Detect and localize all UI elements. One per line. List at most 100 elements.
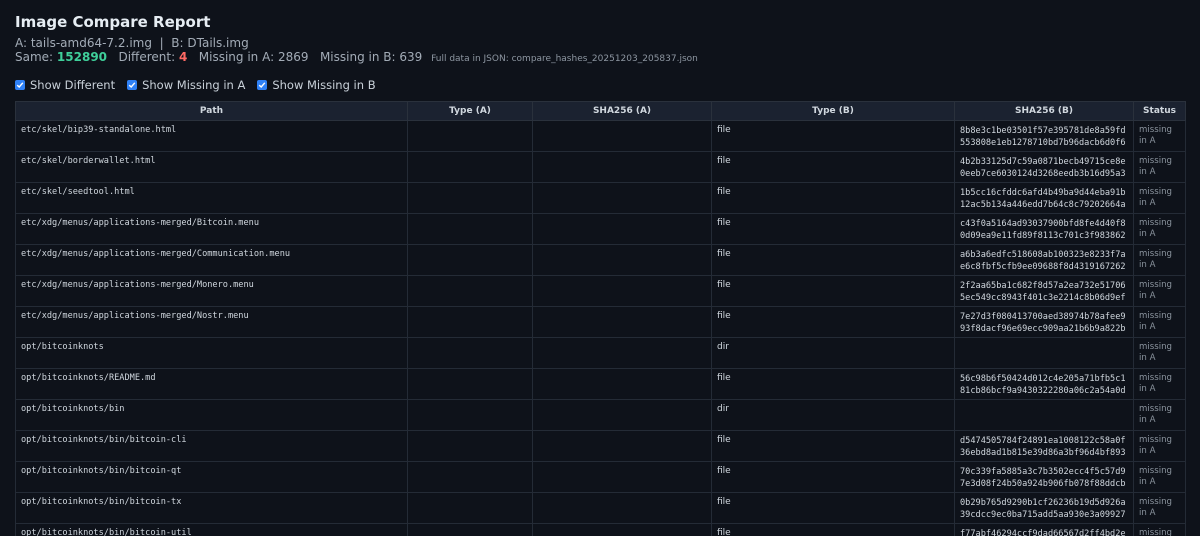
cell-sha256-a (532, 151, 712, 183)
cell-sha256-a (532, 523, 712, 536)
filter-label: Show Missing in A (142, 78, 246, 92)
cell-type-b: file (711, 523, 955, 536)
table-row: opt/bitcoinknots/bin/bitcoin-tx file 0b29b… (15, 492, 1186, 524)
filter-show-missing-in-a[interactable]: Show Missing in A (127, 78, 245, 92)
table-row: etc/skel/bip39-standalone.html file 8b8e3c… (15, 120, 1186, 152)
cell-type-b: file (711, 306, 955, 338)
cell-sha256-b: 7e27d3f080413700aed38974b78afee993f8dacf… (954, 306, 1134, 338)
table-row: etc/xdg/menus/applications-merged/Commun… (15, 244, 1186, 276)
cell-sha256-a (532, 244, 712, 276)
cell-path: etc/xdg/menus/applications-merged/Commun… (15, 244, 408, 276)
cell-sha256-a (532, 368, 712, 400)
table-row: opt/bitcoinknots dir missing in A (15, 337, 1186, 369)
check-icon (128, 82, 136, 89)
checkbox-show-missing-in-b[interactable] (257, 80, 268, 90)
cell-type-a (407, 306, 533, 338)
cell-path: etc/skel/borderwallet.html (15, 151, 408, 183)
cell-path: etc/xdg/menus/applications-merged/Nostr.… (15, 306, 408, 338)
cell-path: opt/bitcoinknots/README.md (15, 368, 408, 400)
check-icon (16, 82, 24, 89)
filter-label: Show Missing in B (272, 78, 376, 92)
cell-sha256-b (954, 337, 1134, 369)
column-header-type-a: Type (A) (407, 101, 533, 121)
cell-type-b: file (711, 182, 955, 214)
check-icon (259, 82, 266, 89)
cell-type-a (407, 213, 533, 245)
table-header-row: Path Type (A) SHA256 (A) Type (B) SHA256… (15, 101, 1186, 121)
cell-path: opt/bitcoinknots/bin/bitcoin-tx (15, 492, 408, 524)
table-row: opt/bitcoinknots/bin/bitcoin-util file f77… (15, 523, 1186, 536)
cell-status: missing in A (1133, 399, 1186, 431)
column-header-sha256-a: SHA256 (A) (532, 101, 712, 121)
cell-type-a (407, 492, 533, 524)
filter-bar: Show Different Show Missing in A Show Mi… (15, 75, 1185, 95)
cell-sha256-a (532, 120, 712, 152)
cell-path: etc/xdg/menus/applications-merged/Bitcoi… (15, 213, 408, 245)
table-row: etc/skel/seedtool.html file 1b5cc16cfddc6a… (15, 182, 1186, 214)
cell-sha256-b: 0b29b765d9290b1cf26236b19d5d926a39cdcc9e… (954, 492, 1134, 524)
filter-show-different[interactable]: Show Different (15, 78, 115, 92)
filter-show-missing-in-b[interactable]: Show Missing in B (257, 78, 376, 92)
cell-status: missing in A (1133, 213, 1186, 245)
cell-type-b: file (711, 244, 955, 276)
cell-path: opt/bitcoinknots/bin (15, 399, 408, 431)
cell-status: missing in A (1133, 275, 1186, 307)
different-label: Different: (118, 50, 176, 64)
image-a-label: A: tails-amd64-7.2.img (15, 36, 152, 50)
cell-type-b: file (711, 430, 955, 462)
column-header-path: Path (15, 101, 408, 121)
cell-sha256-a (532, 337, 712, 369)
cell-status: missing in A (1133, 306, 1186, 338)
cell-type-b: file (711, 151, 955, 183)
cell-sha256-b: 70c339fa5885a3c7b3502ecc4f5c57d97e3d08f2… (954, 461, 1134, 493)
cell-type-a (407, 523, 533, 536)
cell-type-b: file (711, 461, 955, 493)
cell-type-a (407, 120, 533, 152)
cell-status: missing in A (1133, 182, 1186, 214)
cell-sha256-b: 4b2b33125d7c59a0871becb49715ce8e0eeb7ce6… (954, 151, 1134, 183)
cell-sha256-b: d5474505784f24891ea1008122c58a0f36ebd8ad… (954, 430, 1134, 462)
cell-sha256-a (532, 430, 712, 462)
cell-sha256-a (532, 275, 712, 307)
cell-type-a (407, 337, 533, 369)
cell-sha256-b (954, 399, 1134, 431)
cell-path: opt/bitcoinknots/bin/bitcoin-qt (15, 461, 408, 493)
column-header-type-b: Type (B) (711, 101, 955, 121)
cell-sha256-a (532, 399, 712, 431)
cell-sha256-b: 2f2aa65ba1c682f8d57a2ea732e517065ec549cc… (954, 275, 1134, 307)
cell-type-b: file (711, 492, 955, 524)
column-header-sha256-b: SHA256 (B) (954, 101, 1134, 121)
cell-type-a (407, 275, 533, 307)
cell-status: missing in A (1133, 461, 1186, 493)
cell-sha256-b: 1b5cc16cfddc6afd4b49ba9d44eba91b12ac5b13… (954, 182, 1134, 214)
same-label: Same: (15, 50, 54, 64)
full-data-note: Full data in JSON: compare_hashes_202512… (431, 54, 698, 64)
cell-status: missing in A (1133, 492, 1186, 524)
cell-type-a (407, 244, 533, 276)
table-row: etc/xdg/menus/applications-merged/Nostr.… (15, 306, 1186, 338)
cell-type-a (407, 151, 533, 183)
cell-type-a (407, 399, 533, 431)
table-row: opt/bitcoinknots/README.md file 56c98b6f50… (15, 368, 1186, 400)
table-row: opt/bitcoinknots/bin dir missing in A (15, 399, 1186, 431)
table-row: etc/xdg/menus/applications-merged/Bitcoi… (15, 213, 1186, 245)
cell-type-b: file (711, 213, 955, 245)
table-row: opt/bitcoinknots/bin/bitcoin-qt file 70c33… (15, 461, 1186, 493)
cell-status: missing in A (1133, 430, 1186, 462)
cell-status: missing in A (1133, 120, 1186, 152)
checkbox-show-missing-in-a[interactable] (127, 80, 138, 90)
cell-type-b: file (711, 275, 955, 307)
cell-status: missing in A (1133, 337, 1186, 369)
missing-in-a-count: Missing in A: 2869 (198, 50, 309, 64)
checkbox-show-different[interactable] (15, 80, 25, 90)
cell-sha256-a (532, 492, 712, 524)
cell-type-b: file (711, 120, 955, 152)
different-count: 4 (178, 50, 188, 64)
table-row: etc/skel/borderwallet.html file 4b2b33125d… (15, 151, 1186, 183)
image-b-label: B: DTails.img (171, 36, 249, 50)
cell-type-b: file (711, 368, 955, 400)
missing-in-b-count: Missing in B: 639 (319, 50, 423, 64)
cell-path: opt/bitcoinknots/bin/bitcoin-cli (15, 430, 408, 462)
cell-sha256-a (532, 461, 712, 493)
image-labels: A: tails-amd64-7.2.img | B: DTails.img (15, 36, 1185, 50)
